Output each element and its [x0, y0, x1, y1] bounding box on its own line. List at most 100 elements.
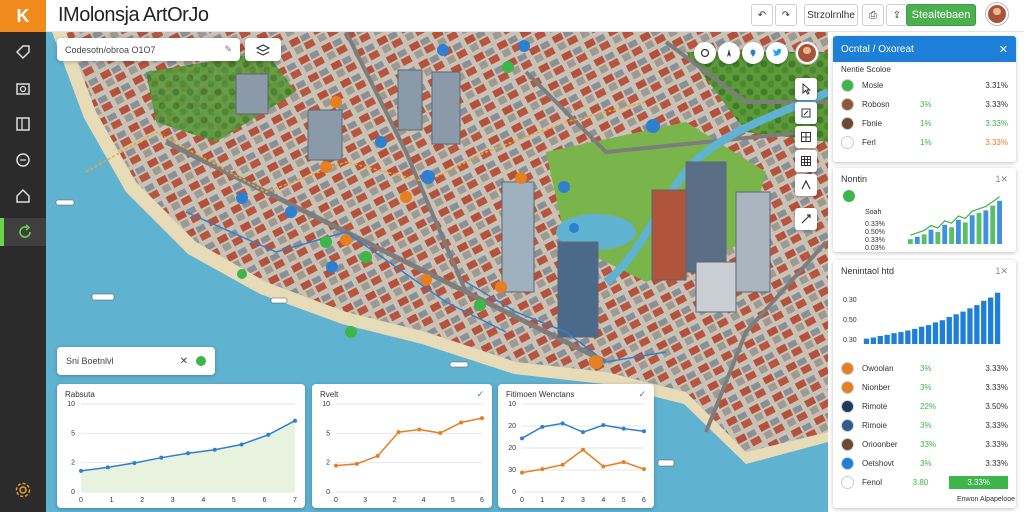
settings-gear-icon[interactable] [0, 476, 46, 504]
y-tick-label: 2 [71, 460, 75, 467]
x-tick-label: 1 [110, 497, 114, 504]
tools-icon[interactable]: ✕ [180, 356, 188, 367]
y-tick-label: 5 [326, 430, 330, 437]
x-tick-label: 0 [334, 497, 338, 504]
metric-icon [841, 362, 854, 375]
x-tick-label: 7 [293, 497, 297, 504]
strategy-button[interactable]: Strzolrnlhe [804, 4, 858, 26]
twitter-icon[interactable]: ✓ [638, 389, 646, 400]
undo-icon[interactable]: ↶ [751, 4, 773, 26]
metric-value: 3.33% [985, 364, 1008, 373]
measure-tool-icon[interactable] [795, 174, 817, 196]
metric-row[interactable]: Ferl 1% 3.33% [833, 133, 1016, 152]
ranking-bar [988, 297, 994, 344]
overview-panel: Ocntal / Oxoreat ✕ Nentie Scoloe Mosle 3.… [833, 36, 1016, 162]
trend-bar [983, 210, 989, 244]
compass-icon[interactable] [718, 42, 740, 64]
data-point [396, 430, 401, 435]
twitter-icon[interactable] [766, 42, 788, 64]
x-tick-label: 4 [601, 497, 605, 504]
ranking-bar [939, 320, 945, 344]
map-search-input[interactable]: Codesotn/obroa O1O7 [65, 45, 156, 55]
data-point [266, 432, 271, 437]
trend-bar [921, 234, 927, 244]
ranking-bar [877, 335, 883, 344]
draw-tool-icon[interactable] [795, 102, 817, 124]
metric-percent: 3% [920, 100, 932, 109]
overview-subtitle: Nentie Scoloe [841, 65, 891, 74]
y-tick-label: 2 [326, 460, 330, 467]
metric-percent: 1% [920, 138, 932, 147]
metric-row[interactable]: Robosn 3% 3.33% [833, 95, 1016, 114]
ranking-y-label: 0.30 [843, 337, 857, 344]
layers-button[interactable] [245, 38, 281, 61]
refresh-icon[interactable] [0, 218, 46, 246]
export-icon[interactable]: ⎙ [862, 4, 884, 26]
metric-row[interactable]: Mosle 3.31% [833, 76, 1016, 95]
home-icon[interactable] [0, 182, 46, 210]
metric-row[interactable]: Fenol 3.80 3.33% [833, 473, 1016, 492]
twitter-icon[interactable]: ✓ [476, 389, 484, 400]
metric-percent: 3% [920, 364, 932, 373]
y-tick-label: 30 [508, 467, 516, 474]
close-icon[interactable]: 1✕ [995, 266, 1008, 277]
data-point [621, 460, 626, 465]
metric-icon [841, 79, 854, 92]
edit-icon[interactable]: ✎ [224, 44, 232, 55]
close-icon[interactable]: 1✕ [995, 174, 1008, 185]
trend-bar [962, 222, 968, 244]
metric-percent: 3% [920, 383, 932, 392]
tag-icon[interactable] [0, 38, 46, 66]
trend-panel-header: Nontin 1✕ [833, 168, 1016, 190]
status-dot-icon [196, 356, 206, 366]
metric-name: Fenol [862, 478, 883, 487]
metric-row[interactable]: Owoolan 3% 3.33% [833, 359, 1016, 378]
metric-icon [841, 419, 854, 432]
metric-row[interactable]: Fbnie 1% 3.33% [833, 114, 1016, 133]
y-tick-label: 0 [512, 489, 516, 496]
app-logo[interactable]: K [0, 0, 46, 32]
grid-dense-tool-icon[interactable] [795, 150, 817, 172]
metric-value: 3.33% [985, 119, 1008, 128]
trend-bar [928, 229, 934, 244]
pointer-tool-icon[interactable] [795, 78, 817, 100]
metric-icon [841, 136, 854, 149]
y-tick-label: 20 [508, 423, 516, 430]
user-avatar[interactable] [986, 3, 1008, 25]
close-icon[interactable]: ✕ [999, 43, 1008, 56]
ranking-bar [967, 308, 973, 344]
metric-icon [841, 400, 854, 413]
chat-icon[interactable] [0, 146, 46, 174]
layout-icon[interactable] [0, 110, 46, 138]
grid-tool-icon[interactable] [795, 126, 817, 148]
chart-2-title: Rvelt [320, 390, 339, 399]
data-point [354, 461, 359, 466]
filter-search-box[interactable]: Sni Boetnlvl ✕ [57, 347, 215, 375]
chart-2-svg: 0 2 5 10 0 3 2 4 5 6 [322, 401, 484, 504]
camera-icon[interactable] [0, 74, 46, 102]
area-fill [81, 420, 295, 492]
filter-search-input[interactable]: Sni Boetnlvl [66, 356, 114, 366]
data-point [540, 467, 545, 472]
data-point [642, 429, 646, 434]
y-tick-label: 5 [71, 430, 75, 437]
metric-row[interactable]: Oetshovt 3% 3.33% [833, 454, 1016, 473]
share-icon[interactable]: ⇪ [886, 4, 908, 26]
primary-action-button[interactable]: Stealtebaen [906, 4, 976, 26]
data-point [239, 442, 244, 447]
ranking-y-label: 0.50 [843, 317, 857, 324]
zoom-icon[interactable] [694, 42, 716, 64]
metric-row[interactable]: Orioonber 33% 3.33% [833, 435, 1016, 454]
map-search-box[interactable]: Codesotn/obroa O1O7 ✎ [57, 38, 240, 61]
trend-panel-title: Nontin [841, 174, 868, 184]
redo-icon[interactable]: ↷ [775, 4, 797, 26]
data-point [560, 421, 565, 426]
collaborator-avatar[interactable] [796, 42, 818, 64]
location-icon[interactable] [742, 42, 764, 64]
metric-row[interactable]: Rimote 22% 3.50% [833, 397, 1016, 416]
metric-row[interactable]: Nionber 3% 3.33% [833, 378, 1016, 397]
ranking-chart-svg: 0.30 0.50 0.30 [843, 292, 1001, 344]
metric-row[interactable]: Rimoie 3% 3.33% [833, 416, 1016, 435]
ranking-bar [974, 305, 980, 344]
wrench-tool-icon[interactable] [795, 208, 817, 230]
